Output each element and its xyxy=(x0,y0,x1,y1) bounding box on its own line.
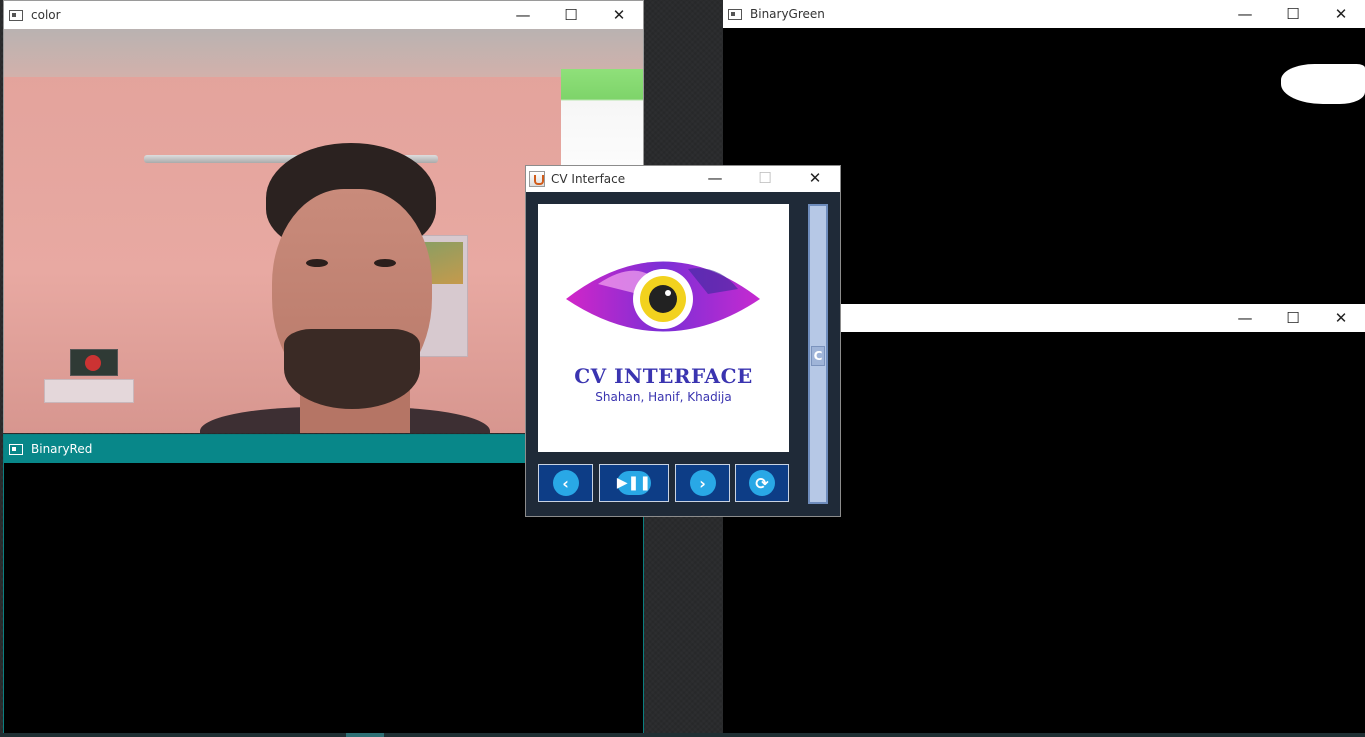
refresh-icon: ⟳ xyxy=(749,470,775,496)
person-eye xyxy=(306,259,328,267)
cv-interface-titlebar[interactable]: CV Interface — ☐ ✕ xyxy=(526,166,840,192)
minimize-button[interactable]: — xyxy=(499,1,547,29)
logo-panel: CV INTERFACE Shahan, Hanif, Khadija xyxy=(538,204,789,452)
wall-switchboard xyxy=(44,379,134,403)
slider-thumb[interactable]: C xyxy=(811,346,825,366)
binary-mask-blob xyxy=(1281,64,1365,104)
color-titlebar[interactable]: color — ☐ ✕ xyxy=(4,1,643,29)
maximize-button[interactable]: ☐ xyxy=(547,1,595,29)
previous-button[interactable]: ‹ xyxy=(538,464,593,502)
vertical-slider[interactable]: C xyxy=(808,204,828,504)
binary-mask-blob xyxy=(1289,72,1301,80)
minimize-button[interactable]: — xyxy=(1221,0,1269,28)
maximize-button[interactable]: ☐ xyxy=(1269,0,1317,28)
next-button[interactable]: › xyxy=(675,464,730,502)
cv-interface-window[interactable]: CV Interface — ☐ ✕ CV INTERFACE Shahan, … xyxy=(525,165,841,517)
window-icon xyxy=(9,443,23,455)
binary-green-titlebar[interactable]: BinaryGreen — ☐ ✕ xyxy=(723,0,1365,28)
maximize-button: ☐ xyxy=(758,169,772,187)
play-pause-button[interactable]: ▶❚❚ xyxy=(599,464,669,502)
taskbar xyxy=(0,733,1365,737)
play-pause-icon: ▶❚❚ xyxy=(617,471,651,495)
minimize-button[interactable]: — xyxy=(690,165,740,191)
logo-subtitle: Shahan, Hanif, Khadija xyxy=(595,390,732,404)
chevron-right-icon: › xyxy=(689,470,716,496)
close-button[interactable]: ✕ xyxy=(595,1,643,29)
ceiling xyxy=(4,29,643,77)
chevron-left-icon: ‹ xyxy=(552,470,579,496)
window-title: BinaryRed xyxy=(31,442,93,456)
window-icon xyxy=(728,8,742,20)
minimize-button[interactable]: — xyxy=(1221,304,1269,332)
maximize-button[interactable]: ☐ xyxy=(1269,304,1317,332)
close-button[interactable]: ✕ xyxy=(790,165,840,191)
wall-flag xyxy=(70,349,118,376)
person-eye xyxy=(374,259,396,267)
window-title: color xyxy=(31,8,61,22)
close-button[interactable]: ✕ xyxy=(1317,0,1365,28)
window-title: CV Interface xyxy=(551,172,626,186)
binary-blue-titlebar[interactable]: — ☐ ✕ xyxy=(833,304,1365,332)
eye-logo-icon xyxy=(566,261,760,332)
java-icon xyxy=(529,171,545,187)
person-beard xyxy=(284,329,420,409)
window-icon xyxy=(9,9,23,21)
close-button[interactable]: ✕ xyxy=(1317,304,1365,332)
logo-title: CV INTERFACE xyxy=(574,364,753,388)
window-title: BinaryGreen xyxy=(750,7,825,21)
refresh-button[interactable]: ⟳ xyxy=(735,464,789,502)
